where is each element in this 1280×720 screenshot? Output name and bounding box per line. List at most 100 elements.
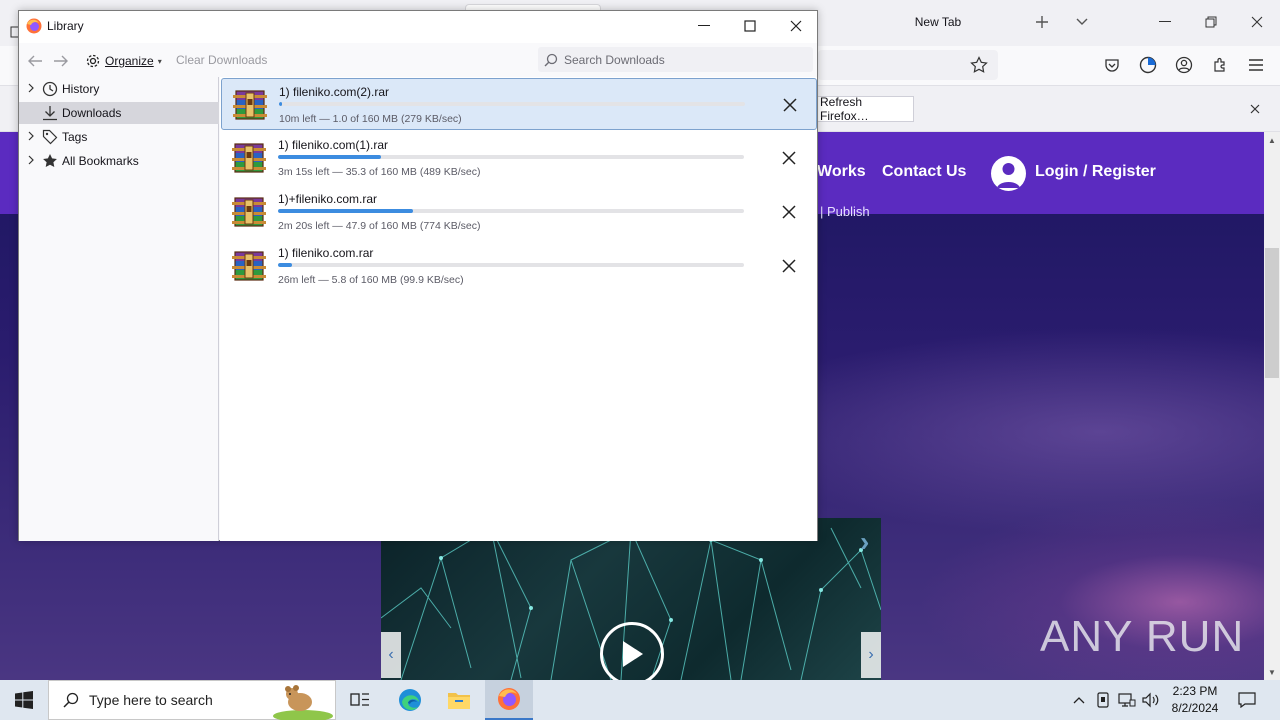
- firefox-logo-icon: [26, 18, 42, 37]
- minimize-window-button[interactable]: [1142, 0, 1188, 44]
- cancel-download-icon[interactable]: [777, 200, 801, 224]
- library-close-button[interactable]: [773, 11, 819, 41]
- volume-icon[interactable]: [1141, 680, 1161, 720]
- new-tab-icon[interactable]: [1030, 10, 1054, 34]
- restore-window-button[interactable]: [1188, 0, 1234, 44]
- download-progress-bar: [278, 209, 744, 213]
- refresh-firefox-button[interactable]: Refresh Firefox…: [818, 95, 914, 123]
- bookmark-star-icon[interactable]: [967, 53, 991, 77]
- expand-chevron-icon[interactable]: [27, 83, 37, 96]
- windows-start-icon[interactable]: [0, 680, 48, 720]
- account-icon[interactable]: [1172, 53, 1196, 77]
- cancel-download-icon[interactable]: [778, 93, 802, 117]
- notification-center-icon[interactable]: [1232, 680, 1262, 720]
- menu-hamburger-icon[interactable]: [1244, 53, 1268, 77]
- tray-device-icon[interactable]: [1094, 680, 1112, 720]
- tab-title: New Tab: [914, 15, 962, 29]
- pocket-icon[interactable]: [1100, 53, 1124, 77]
- page-scrollbar[interactable]: [1264, 132, 1280, 680]
- nav-contact-link[interactable]: Contact Us: [882, 163, 966, 181]
- downloads-list: 1) fileniko.com(2).rar 10m left — 1.0 of …: [220, 77, 817, 541]
- cancel-download-icon[interactable]: [777, 146, 801, 170]
- desktop-edge: [0, 10, 20, 50]
- scroll-down-icon[interactable]: ▼: [1264, 664, 1280, 680]
- cancel-download-icon[interactable]: [777, 254, 801, 278]
- task-view-icon[interactable]: [336, 680, 384, 720]
- notification-close-icon[interactable]: [1243, 98, 1267, 120]
- organize-menu-button[interactable]: Organize ▾: [85, 51, 162, 71]
- video-prev-arrow-icon[interactable]: ‹: [381, 632, 401, 678]
- browser-tab-new-tab[interactable]: New Tab: [838, 6, 1038, 38]
- sidebar-item-label: Downloads: [62, 106, 122, 120]
- download-status: 26m left — 5.8 of 160 MB (99.9 KB/sec): [278, 274, 464, 286]
- close-window-button[interactable]: [1234, 0, 1280, 44]
- download-item[interactable]: 1) fileniko.com.rar 26m left — 5.8 of 160…: [221, 240, 817, 292]
- nav-login-link[interactable]: Login / Register: [1035, 163, 1156, 181]
- taskbar-clock[interactable]: 2:23 PM 8/2/2024: [1164, 683, 1226, 717]
- library-sidebar: History Downloads Tags All Bookmarks: [19, 77, 219, 541]
- download-progress-fill: [278, 155, 381, 159]
- firefox-taskbar-icon[interactable]: [485, 680, 533, 720]
- download-progress-bar: [278, 155, 744, 159]
- sidebar-item-tags[interactable]: Tags: [19, 126, 219, 148]
- download-progress-fill: [279, 102, 282, 106]
- sidebar-item-label: History: [62, 82, 100, 96]
- expand-chevron-icon[interactable]: [27, 155, 37, 168]
- back-arrow-icon[interactable]: [25, 51, 45, 71]
- tray-overflow-chevron-icon[interactable]: [1070, 680, 1088, 720]
- download-progress-fill: [278, 209, 414, 213]
- download-item[interactable]: 1) fileniko.com(1).rar 3m 15s left — 35.3…: [221, 132, 817, 184]
- search-downloads-input[interactable]: Search Downloads: [538, 47, 813, 72]
- library-window: Library Organize ▾ Clear Downloads Searc…: [18, 10, 818, 541]
- download-filename: 1)+fileniko.com.rar: [278, 192, 378, 206]
- clock-icon: [41, 80, 59, 98]
- download-item[interactable]: 1)+fileniko.com.rar 2m 20s left — 47.9 of…: [221, 186, 817, 238]
- anyrun-watermark: ANY RUN: [1040, 612, 1244, 662]
- video-next-arrow-icon[interactable]: ›: [861, 632, 881, 678]
- download-filename: 1) fileniko.com(2).rar: [279, 85, 390, 99]
- forward-arrow-icon[interactable]: [51, 51, 71, 71]
- download-status: 10m left — 1.0 of 160 MB (279 KB/sec): [279, 113, 462, 125]
- refresh-firefox-label: Refresh Firefox…: [820, 95, 869, 123]
- library-maximize-button[interactable]: [727, 11, 773, 41]
- hero-text: Publish: [827, 204, 870, 219]
- download-progress-bar: [278, 263, 744, 267]
- scrollbar-thumb[interactable]: [1265, 248, 1279, 378]
- taskbar-search-placeholder: Type here to search: [89, 692, 213, 708]
- download-progress-fill: [278, 263, 292, 267]
- organize-label: Organize: [105, 54, 154, 68]
- search-highlight-illustration-icon: [270, 682, 336, 720]
- play-icon[interactable]: [600, 622, 664, 686]
- hero-text-fragment: | Publish: [820, 204, 870, 219]
- sidebar-item-all-bookmarks[interactable]: All Bookmarks: [19, 150, 219, 172]
- library-titlebar: Library: [19, 11, 817, 43]
- download-item[interactable]: 1) fileniko.com(2).rar 10m left — 1.0 of …: [221, 78, 817, 130]
- sidebar-item-history[interactable]: History: [19, 78, 219, 100]
- library-minimize-button[interactable]: [681, 11, 727, 41]
- edge-browser-icon[interactable]: [386, 680, 434, 720]
- clock-time: 2:23 PM: [1172, 684, 1218, 698]
- sidebar-item-downloads[interactable]: Downloads: [19, 102, 219, 124]
- chevron-down-icon[interactable]: [1070, 10, 1094, 34]
- firefox-view-icon[interactable]: [1136, 53, 1160, 77]
- star-icon: [41, 152, 59, 170]
- clear-downloads-button[interactable]: Clear Downloads: [176, 53, 267, 67]
- download-icon: [41, 104, 59, 122]
- user-avatar-icon[interactable]: [991, 156, 1026, 191]
- expand-chevron-icon[interactable]: [27, 131, 37, 144]
- download-filename: 1) fileniko.com.rar: [278, 246, 374, 260]
- rar-archive-icon: [232, 142, 266, 174]
- clock-date: 8/2/2024: [1171, 701, 1219, 715]
- scroll-up-icon[interactable]: ▲: [1264, 132, 1280, 148]
- search-placeholder: Search Downloads: [564, 52, 665, 67]
- sidebar-item-label: All Bookmarks: [62, 154, 139, 168]
- network-icon[interactable]: [1117, 680, 1137, 720]
- file-explorer-icon[interactable]: [435, 680, 483, 720]
- organize-dropdown-icon: ▾: [157, 56, 162, 66]
- carousel-chevron-icon[interactable]: ›: [860, 526, 869, 558]
- nav-works-link[interactable]: Works: [817, 163, 866, 181]
- search-icon: [63, 692, 79, 708]
- extensions-icon[interactable]: [1208, 53, 1232, 77]
- rar-archive-icon: [233, 89, 267, 121]
- sidebar-item-label: Tags: [62, 130, 88, 144]
